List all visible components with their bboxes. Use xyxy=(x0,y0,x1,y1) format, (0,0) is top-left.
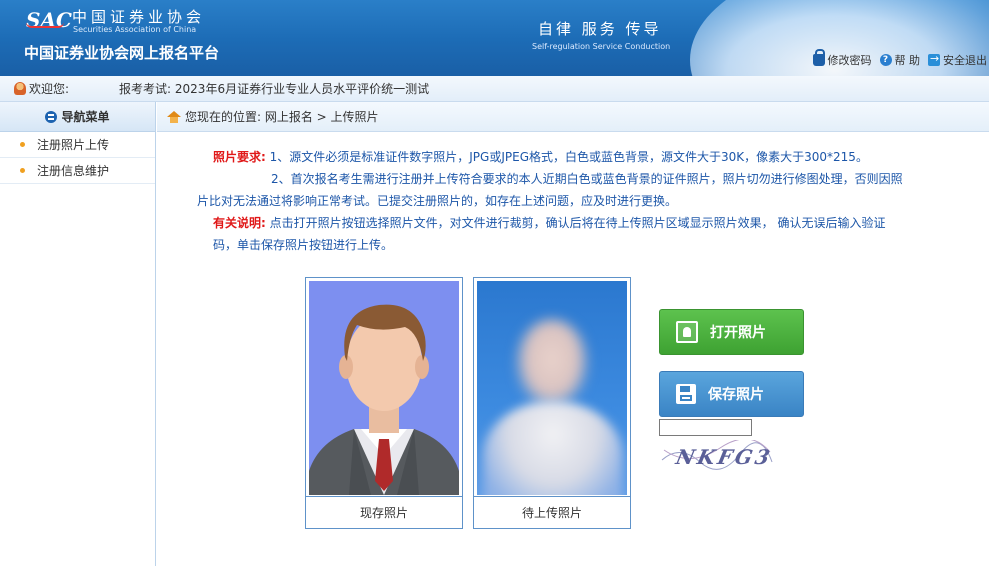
pending-photo-caption: 待上传照片 xyxy=(474,496,630,528)
captcha-input[interactable] xyxy=(659,419,752,436)
motto-en: Self-regulation Service Conduction xyxy=(532,42,671,51)
header-tools: 修改密码 ? 帮 助 安全退出 xyxy=(812,49,987,68)
logo-swoosh-icon xyxy=(26,22,64,28)
current-photo-caption: 现存照片 xyxy=(306,496,462,528)
blurred-face xyxy=(515,319,589,409)
motto-cn: 自律 服务 传导 xyxy=(538,20,662,38)
change-password-link[interactable]: 修改密码 xyxy=(812,49,872,68)
sidebar-item-photo-upload[interactable]: 注册照片上传 xyxy=(0,132,155,158)
save-photo-label: 保存照片 xyxy=(708,387,764,403)
exam-name: 报考考试: 2023年6月证券行业专业人员水平评价统一测试 xyxy=(119,82,430,96)
welcome-greeting: 欢迎您: xyxy=(29,82,70,96)
note-label: 有关说明: xyxy=(213,216,266,230)
sidebar-item-info-maintenance[interactable]: 注册信息维护 xyxy=(0,158,155,184)
menu-icon xyxy=(45,110,58,123)
save-photo-button[interactable]: 保存照片 xyxy=(659,371,804,417)
open-photo-button[interactable]: 打开照片 xyxy=(659,309,804,355)
pending-photo xyxy=(477,281,627,495)
user-icon xyxy=(14,82,26,95)
bullet-icon xyxy=(20,142,25,147)
save-disk-icon xyxy=(676,384,696,404)
blurred-body xyxy=(483,401,623,495)
requirement-line-3: 片比对无法通过将影响正常考试。已提交注册照片的，如存在上述问题，应及时进行更换。 xyxy=(197,194,678,208)
sac-logo: SAC xyxy=(26,8,72,32)
requirement-line-1: 照片要求: 1、源文件必须是标准证件数字照片，JPG或JPEG格式，白色或蓝色背… xyxy=(213,146,943,168)
current-photo xyxy=(309,281,459,495)
sidebar: 导航菜单 注册照片上传 注册信息维护 xyxy=(0,102,156,566)
requirement-text-1: 1、源文件必须是标准证件数字照片，JPG或JPEG格式，白色或蓝色背景，源文件大… xyxy=(265,150,868,164)
help-label: 帮 助 xyxy=(894,54,921,67)
breadcrumb-text: 您现在的位置: 网上报名 > 上传照片 xyxy=(185,110,379,124)
open-file-icon xyxy=(676,321,698,343)
captcha-text: NKFG3 xyxy=(673,445,774,469)
photo-instructions: 照片要求: 1、源文件必须是标准证件数字照片，JPG或JPEG格式，白色或蓝色背… xyxy=(197,146,943,256)
sidebar-header: 导航菜单 xyxy=(0,102,155,132)
open-photo-label: 打开照片 xyxy=(710,325,766,341)
note-line-1: 有关说明: 点击打开照片按钮选择照片文件，对文件进行裁剪，确认后将在待上传照片区… xyxy=(213,212,943,234)
org-name-en: Securities Association of China xyxy=(73,25,197,34)
platform-title: 中国证券业协会网上报名平台 xyxy=(24,44,220,62)
captcha-image[interactable]: NKFG3 xyxy=(660,440,774,472)
note-text-1: 点击打开照片按钮选择照片文件，对文件进行裁剪，确认后将在待上传照片区域显示照片效… xyxy=(265,216,886,230)
default-avatar-image xyxy=(309,281,459,495)
change-password-label: 修改密码 xyxy=(827,54,872,67)
welcome-bar: 欢迎您: 报考考试: 2023年6月证券行业专业人员水平评价统一测试 xyxy=(0,76,989,102)
logout-label: 安全退出 xyxy=(943,54,987,67)
sidebar-item-label: 注册照片上传 xyxy=(37,138,110,152)
sidebar-title: 导航菜单 xyxy=(61,110,110,124)
requirement-label: 照片要求: xyxy=(213,150,266,164)
pending-photo-box: 待上传照片 xyxy=(473,277,631,529)
blurred-photo-image xyxy=(477,281,627,495)
home-icon xyxy=(167,110,181,123)
org-name-cn: 中国证券业协会 xyxy=(72,8,206,26)
header-banner: SAC 中国证券业协会 Securities Association of Ch… xyxy=(0,0,989,76)
lock-icon xyxy=(812,49,825,66)
logout-link[interactable]: 安全退出 xyxy=(928,52,987,68)
help-link[interactable]: ? 帮 助 xyxy=(879,52,921,68)
requirement-line-2: 2、首次报名考生需进行注册并上传符合要求的本人近期白色或蓝色背景的证件照片，照片… xyxy=(271,172,903,186)
breadcrumb: 您现在的位置: 网上报名 > 上传照片 xyxy=(157,102,989,132)
logout-icon xyxy=(928,52,940,66)
current-photo-box: 现存照片 xyxy=(305,277,463,529)
logo-abbr: SAC xyxy=(26,8,72,32)
person-placeholder-icon xyxy=(309,281,459,495)
bullet-icon xyxy=(20,168,25,173)
note-line-2: 码，单击保存照片按钮进行上传。 xyxy=(213,238,394,252)
help-icon: ? xyxy=(879,54,892,66)
sidebar-item-label: 注册信息维护 xyxy=(37,164,110,178)
